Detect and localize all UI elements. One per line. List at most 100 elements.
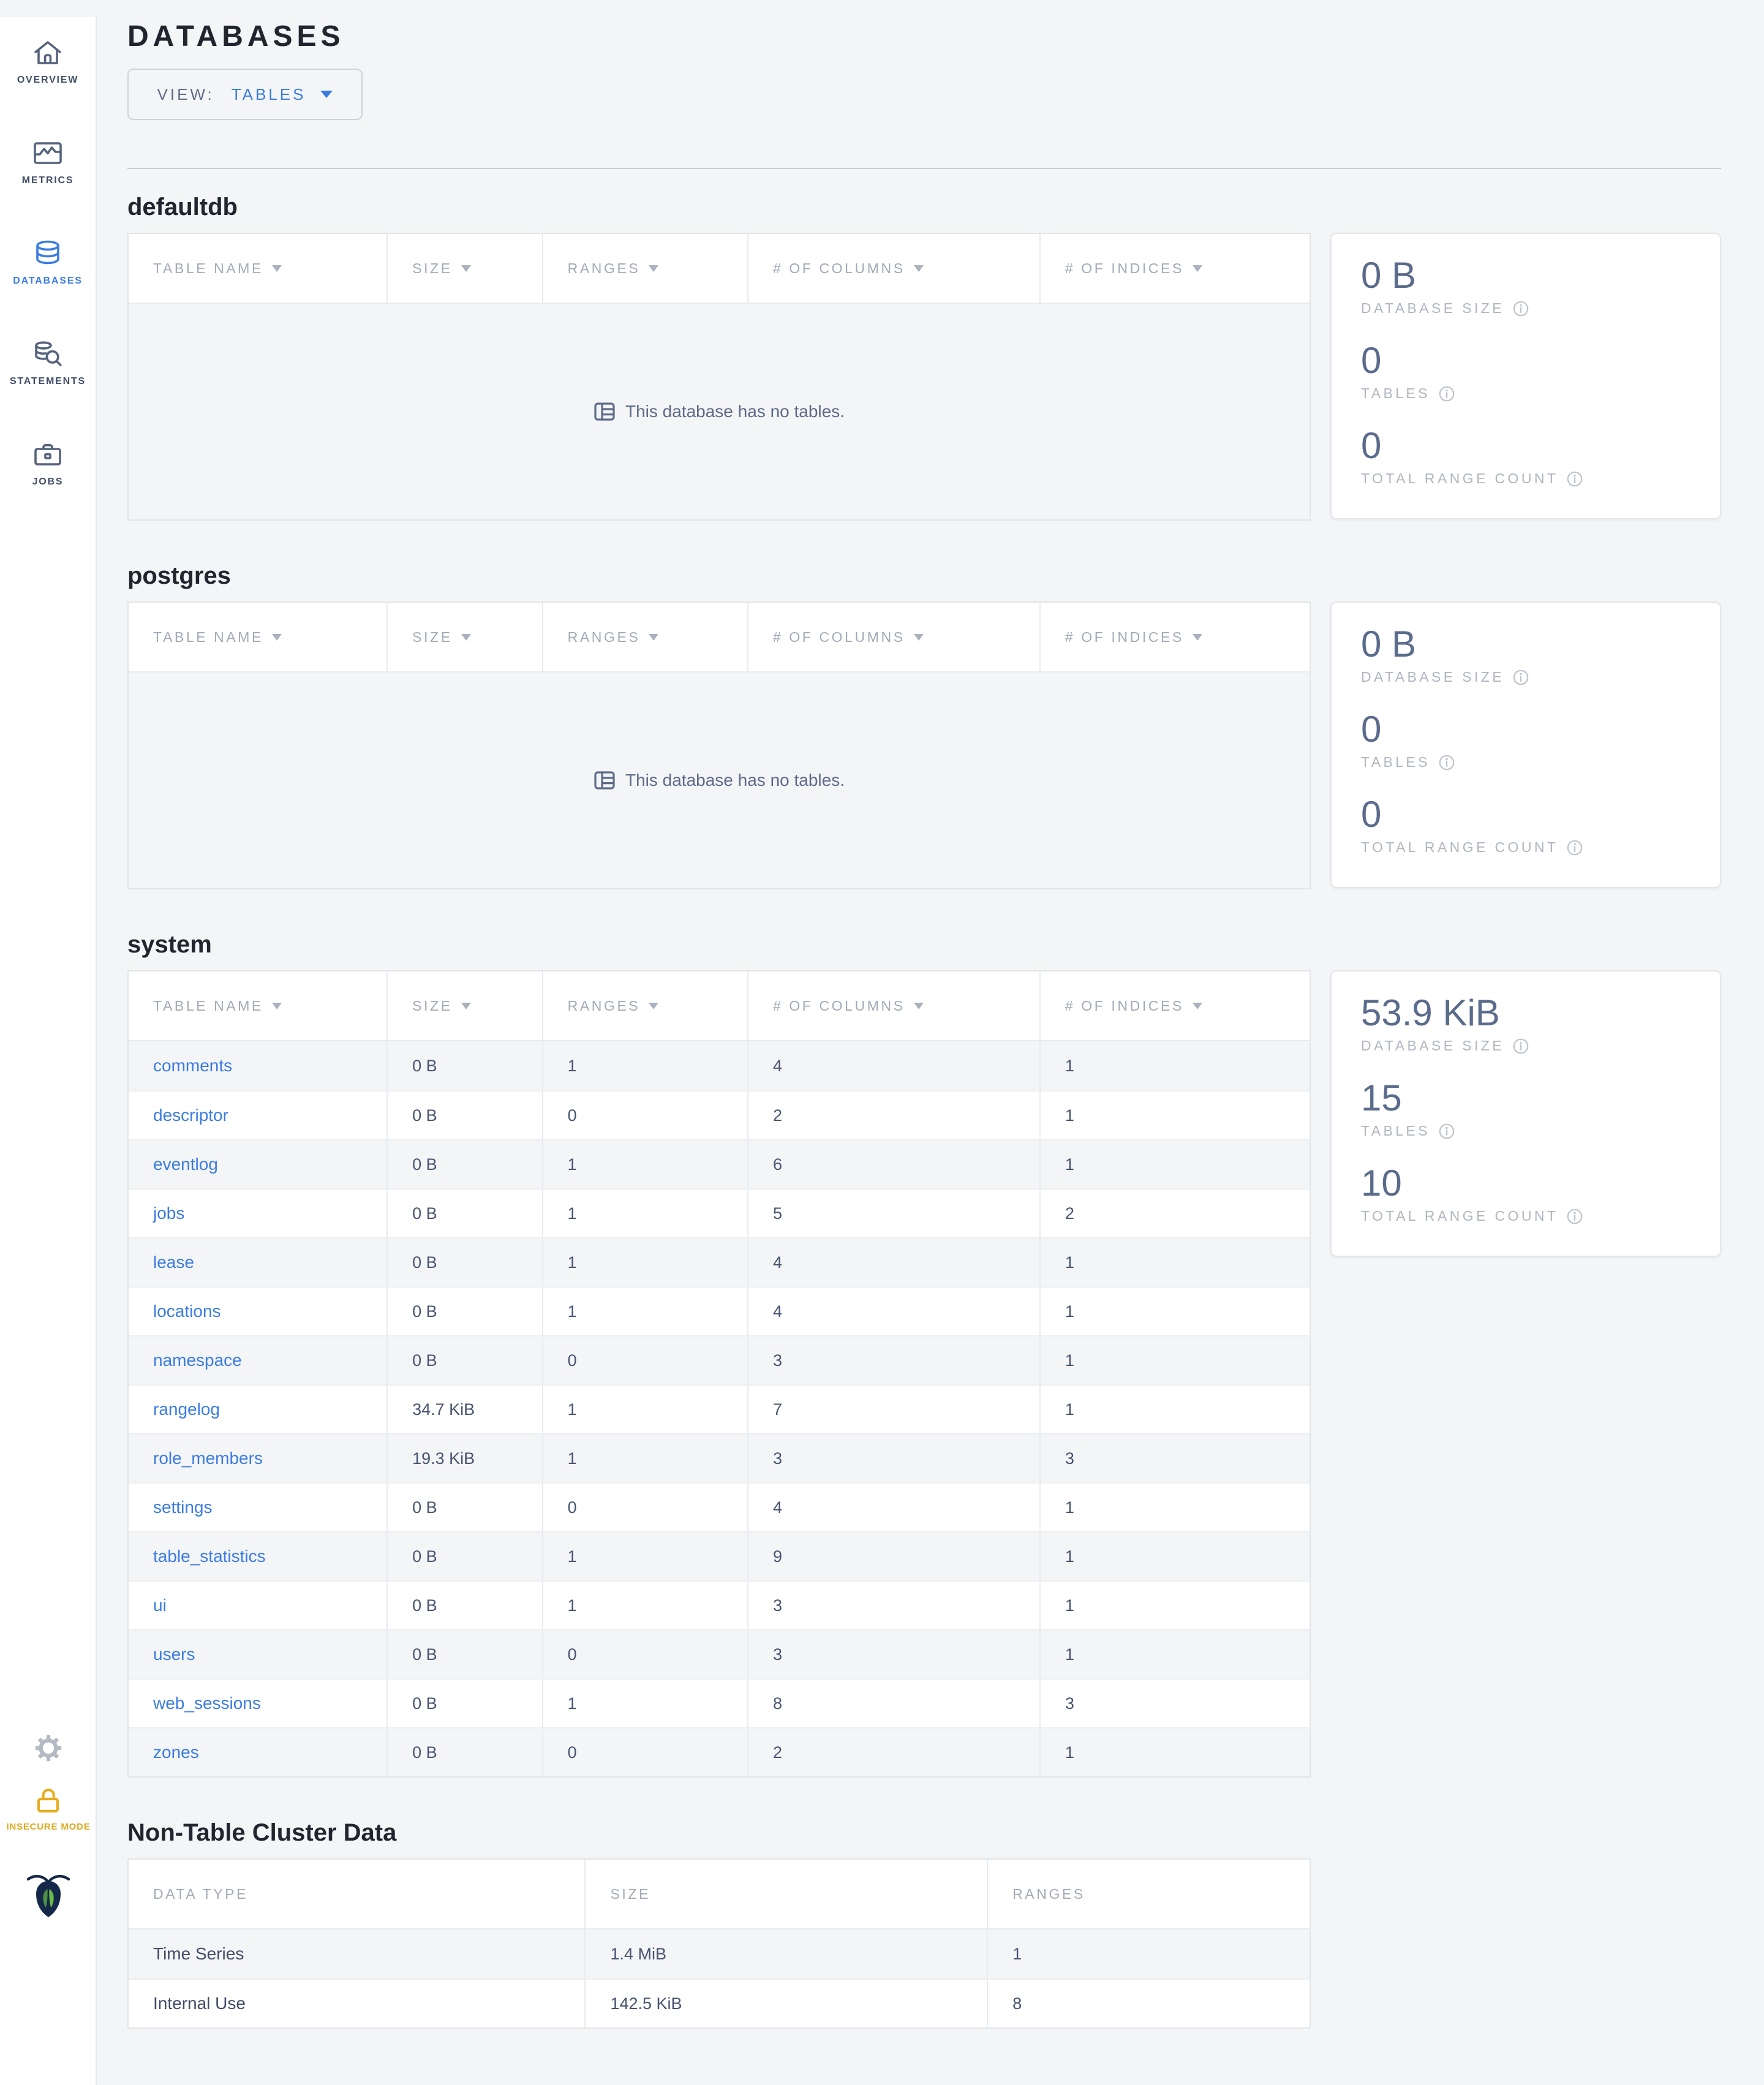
- sort-arrow-icon: [649, 1002, 659, 1009]
- sidebar-item-jobs[interactable]: JOBS: [0, 439, 96, 488]
- column-header--of-indices[interactable]: # OF INDICES: [1041, 971, 1310, 1040]
- table-link[interactable]: locations: [153, 1302, 221, 1321]
- stat-block: 0 TABLES: [1361, 707, 1691, 771]
- non-table-data-table: DATA TYPE SIZE RANGES Time Series 1.4 MiB 1 In…: [127, 1858, 1311, 2029]
- sidebar-item-metrics[interactable]: METRICS: [0, 137, 96, 186]
- info-icon[interactable]: [1439, 386, 1455, 402]
- stat-label-text: TABLES: [1361, 1123, 1430, 1139]
- database-name: system: [127, 931, 212, 958]
- gear-icon[interactable]: [35, 1735, 62, 1762]
- sidebar-item-label: JOBS: [32, 477, 64, 487]
- table-cell: 0 B: [388, 1631, 543, 1678]
- table-row: namespace 0 B03 1: [129, 1335, 1310, 1384]
- stat-label-text: TOTAL RANGE COUNT: [1361, 1208, 1559, 1224]
- column-header-label: TABLE NAME: [153, 628, 263, 645]
- column-header-label: RANGES: [567, 997, 641, 1014]
- sort-arrow-icon: [461, 1002, 471, 1009]
- page-title: DATABASES: [127, 20, 345, 53]
- table-cell: 8: [1012, 1994, 1022, 2013]
- column-header-label: # OF INDICES: [1065, 628, 1184, 645]
- column-header-size[interactable]: SIZE: [388, 603, 543, 671]
- info-icon[interactable]: [1439, 755, 1455, 771]
- sort-arrow-icon: [649, 265, 659, 272]
- table-link[interactable]: role_members: [153, 1449, 263, 1468]
- column-header--of-columns[interactable]: # OF COLUMNS: [748, 971, 1041, 1040]
- sidebar-item-statements[interactable]: STATEMENTS: [0, 338, 96, 387]
- table-cell: 0 B: [388, 1337, 543, 1384]
- column-header-size[interactable]: SIZE: [388, 234, 543, 303]
- table-row: Time Series 1.4 MiB 1: [129, 1929, 1310, 1978]
- stat-label: TABLES: [1361, 1123, 1691, 1139]
- column-header--of-indices[interactable]: # OF INDICES: [1041, 603, 1310, 671]
- column-header-label: RANGES: [1012, 1885, 1085, 1902]
- insecure-mode-indicator[interactable]: INSECURE MODE: [6, 1786, 90, 1832]
- table-link[interactable]: namespace: [153, 1351, 242, 1370]
- table-row: zones 0 B02 1: [129, 1727, 1310, 1776]
- table-row: descriptor 0 B02 1: [129, 1090, 1310, 1139]
- stat-label-text: DATABASE SIZE: [1361, 300, 1505, 316]
- table-cell: 1: [1065, 1351, 1074, 1370]
- sort-arrow-icon: [461, 633, 471, 641]
- info-icon[interactable]: [1513, 301, 1529, 317]
- sidebar-item-overview[interactable]: OVERVIEW: [0, 37, 96, 86]
- table-cell: 0 B: [388, 1190, 543, 1237]
- table-cell: 0 B: [388, 1041, 543, 1090]
- table-link[interactable]: web_sessions: [153, 1694, 261, 1713]
- column-header-ranges[interactable]: RANGES: [543, 234, 748, 303]
- info-icon[interactable]: [1567, 840, 1583, 856]
- table-header-row: TABLE NAME SIZE RANGES # OF COLUMNS # OF IND…: [129, 603, 1310, 673]
- column-header--of-columns[interactable]: # OF COLUMNS: [748, 603, 1041, 671]
- info-icon[interactable]: [1513, 1038, 1529, 1054]
- table-link[interactable]: lease: [153, 1253, 194, 1272]
- stat-value: 10: [1361, 1163, 1402, 1204]
- table-row: locations 0 B141: [129, 1286, 1310, 1335]
- stat-value: 15: [1361, 1077, 1402, 1118]
- table-cell: 1: [543, 1582, 748, 1629]
- database-stats-card: 0 B DATABASE SIZE 0 TABLES 0 TOTAL RANGE COUN…: [1330, 233, 1721, 519]
- empty-state-message: This database has no tables.: [625, 771, 845, 790]
- info-icon[interactable]: [1567, 471, 1583, 487]
- table-cell: 9: [748, 1533, 1041, 1580]
- column-header-ranges[interactable]: RANGES: [543, 603, 748, 671]
- table-cell: 1: [1065, 1155, 1074, 1174]
- column-header--of-indices[interactable]: # OF INDICES: [1041, 234, 1310, 303]
- column-header-size[interactable]: SIZE: [388, 971, 543, 1040]
- table-link[interactable]: users: [153, 1645, 195, 1664]
- table-link[interactable]: comments: [153, 1056, 232, 1076]
- column-header-table-name[interactable]: TABLE NAME: [129, 971, 388, 1040]
- stat-label: DATABASE SIZE: [1361, 669, 1691, 685]
- table-row: role_members 19.3 KiB 1 3 3: [129, 1433, 1310, 1482]
- table-link[interactable]: rangelog: [153, 1400, 220, 1419]
- table-name-cell: lease: [129, 1239, 388, 1286]
- table-cell: 2: [748, 1092, 1041, 1139]
- sort-arrow-icon: [1192, 633, 1202, 641]
- table-cell: 7: [748, 1386, 1041, 1433]
- table-link[interactable]: descriptor: [153, 1106, 228, 1125]
- column-header-ranges[interactable]: RANGES: [543, 971, 748, 1040]
- column-header-table-name[interactable]: TABLE NAME: [129, 603, 388, 671]
- column-header--of-columns[interactable]: # OF COLUMNS: [748, 234, 1041, 303]
- view-selector-dropdown[interactable]: VIEW: TABLES: [127, 69, 363, 120]
- table-link[interactable]: ui: [153, 1596, 167, 1615]
- info-icon[interactable]: [1567, 1208, 1583, 1224]
- table-link[interactable]: zones: [153, 1743, 199, 1762]
- table-link[interactable]: jobs: [153, 1204, 184, 1223]
- column-header-label: RANGES: [567, 260, 641, 276]
- table-cell: 1: [543, 1239, 748, 1286]
- header-divider: [127, 168, 1721, 169]
- database-section-body: TABLE NAME SIZE RANGES # OF COLUMNS # OF IND…: [127, 233, 1721, 521]
- stat-value: 0: [1361, 425, 1382, 466]
- info-icon[interactable]: [1439, 1123, 1455, 1139]
- column-header-label: # OF INDICES: [1065, 997, 1184, 1014]
- sidebar-item-databases[interactable]: DATABASES: [0, 238, 96, 287]
- table-link[interactable]: settings: [153, 1498, 213, 1517]
- column-header-label: # OF COLUMNS: [772, 997, 905, 1014]
- column-header-table-name[interactable]: TABLE NAME: [129, 234, 388, 303]
- info-icon[interactable]: [1513, 669, 1529, 685]
- stat-block: 15 TABLES: [1361, 1076, 1691, 1139]
- unlock-icon: [32, 1786, 64, 1815]
- table-link[interactable]: eventlog: [153, 1155, 218, 1174]
- sidebar-footer: INSECURE MODE: [0, 1735, 97, 1925]
- table-name-cell: table_statistics: [129, 1533, 388, 1580]
- table-link[interactable]: table_statistics: [153, 1547, 266, 1566]
